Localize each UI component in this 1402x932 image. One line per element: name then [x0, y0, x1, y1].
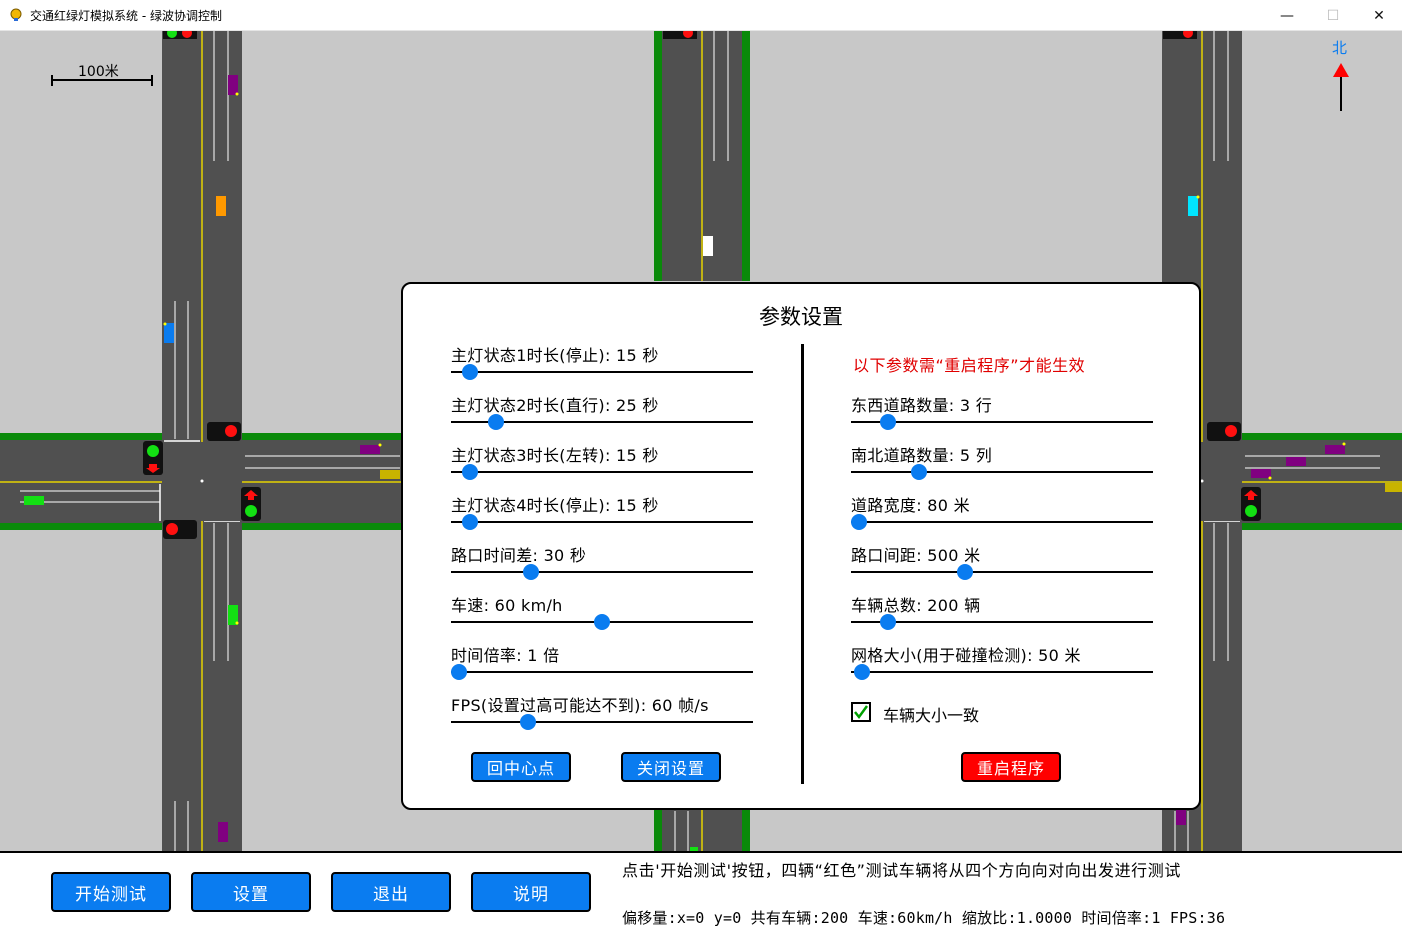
- slider-track: [851, 521, 1153, 523]
- left-param-slider[interactable]: [451, 514, 753, 530]
- slider-knob[interactable]: [520, 714, 536, 730]
- check-icon: [854, 705, 869, 720]
- north-label: 北: [1332, 39, 1348, 57]
- slider-knob[interactable]: [451, 664, 467, 680]
- left-param-label: FPS(设置过高可能达不到): 60 帧/s: [451, 696, 709, 715]
- dialog-title: 参数设置: [759, 305, 843, 329]
- slider-knob[interactable]: [851, 514, 867, 530]
- slider-track: [451, 521, 753, 523]
- left-param-label: 主灯状态2时长(直行): 25 秒: [451, 396, 659, 415]
- slider-track: [451, 471, 753, 473]
- hint-text: 点击'开始测试'按钮，四辆“红色”测试车辆将从四个方向向对向出发进行测试: [622, 861, 1181, 880]
- traffic-light-east: [241, 487, 261, 521]
- minimize-button[interactable]: —: [1264, 0, 1310, 31]
- slider-knob[interactable]: [880, 614, 896, 630]
- help-button[interactable]: 说明: [471, 872, 591, 912]
- slider-track: [851, 471, 1153, 473]
- traffic-light-right-north: [1207, 422, 1241, 441]
- settings-button[interactable]: 设置: [191, 872, 311, 912]
- bottom-panel: 开始测试 设置 退出 说明 点击'开始测试'按钮，四辆“红色”测试车辆将从四个方…: [0, 851, 1402, 932]
- same-size-checkbox[interactable]: [851, 702, 871, 722]
- traffic-light-south: [163, 520, 197, 539]
- left-param-slider[interactable]: [451, 564, 753, 580]
- same-size-label: 车辆大小一致: [883, 706, 980, 725]
- close-settings-button[interactable]: 关闭设置: [621, 752, 721, 782]
- slider-knob[interactable]: [880, 414, 896, 430]
- slider-knob[interactable]: [523, 564, 539, 580]
- left-param-label: 主灯状态4时长(停止): 15 秒: [451, 496, 659, 515]
- right-param-slider[interactable]: [851, 414, 1153, 430]
- slider-track: [451, 721, 753, 723]
- slider-track: [451, 571, 753, 573]
- traffic-light-top-right: [1163, 31, 1197, 39]
- left-param-slider[interactable]: [451, 414, 753, 430]
- scale-label: 100米: [78, 64, 119, 80]
- slider-track: [451, 371, 753, 373]
- right-param-label: 南北道路数量: 5 列: [851, 446, 993, 465]
- right-param-label: 路口间距: 500 米: [851, 546, 981, 565]
- right-param-label: 网格大小(用于碰撞检测): 50 米: [851, 646, 1081, 665]
- slider-track: [851, 621, 1153, 623]
- right-param-label: 道路宽度: 80 米: [851, 496, 970, 515]
- left-param-slider[interactable]: [451, 614, 753, 630]
- left-param-label: 时间倍率: 1 倍: [451, 646, 560, 665]
- restart-note: 以下参数需“重启程序”才能生效: [853, 356, 1086, 375]
- traffic-light-north: [207, 422, 241, 441]
- center-point-button[interactable]: 回中心点: [471, 752, 571, 782]
- app-window: 交通红绿灯模拟系统 - 绿波协调控制 — ☐ ✕ 100米 北 参数设置 主灯状…: [0, 0, 1402, 932]
- slider-track: [851, 671, 1153, 673]
- slider-track: [851, 421, 1153, 423]
- left-param-slider[interactable]: [451, 464, 753, 480]
- traffic-light-west: [143, 441, 163, 475]
- maximize-button[interactable]: ☐: [1310, 0, 1356, 31]
- slider-knob[interactable]: [462, 514, 478, 530]
- window-title: 交通红绿灯模拟系统 - 绿波协调控制: [30, 9, 222, 23]
- slider-knob[interactable]: [911, 464, 927, 480]
- slider-knob[interactable]: [488, 414, 504, 430]
- left-param-slider[interactable]: [451, 714, 753, 730]
- left-param-label: 车速: 60 km/h: [451, 596, 563, 615]
- status-text: 偏移量:x=0 y=0 共有车辆:200 车速:60km/h 缩放比:1.000…: [622, 909, 1226, 927]
- close-button[interactable]: ✕: [1356, 0, 1402, 31]
- traffic-light-top-middle: [663, 31, 697, 39]
- app-icon: [10, 8, 22, 21]
- slider-knob[interactable]: [594, 614, 610, 630]
- left-param-label: 主灯状态1时长(停止): 15 秒: [451, 346, 659, 365]
- right-param-slider[interactable]: [851, 464, 1153, 480]
- slider-knob[interactable]: [462, 464, 478, 480]
- left-param-slider[interactable]: [451, 664, 753, 680]
- exit-button[interactable]: 退出: [331, 872, 451, 912]
- right-param-label: 车辆总数: 200 辆: [851, 596, 981, 615]
- slider-knob[interactable]: [854, 664, 870, 680]
- slider-track: [451, 671, 753, 673]
- traffic-light-right-east: [1241, 487, 1261, 521]
- start-test-button[interactable]: 开始测试: [51, 872, 171, 912]
- slider-knob[interactable]: [462, 364, 478, 380]
- left-param-label: 主灯状态3时长(左转): 15 秒: [451, 446, 659, 465]
- slider-track: [851, 571, 1153, 573]
- title-bar: 交通红绿灯模拟系统 - 绿波协调控制 — ☐ ✕: [0, 0, 1402, 31]
- traffic-light-top-left: [163, 31, 197, 39]
- right-param-slider[interactable]: [851, 664, 1153, 680]
- slider-knob[interactable]: [957, 564, 973, 580]
- right-param-slider[interactable]: [851, 564, 1153, 580]
- left-param-label: 路口时间差: 30 秒: [451, 546, 587, 565]
- right-param-label: 东西道路数量: 3 行: [851, 396, 993, 415]
- dialog-divider: [801, 344, 804, 784]
- right-param-slider[interactable]: [851, 614, 1153, 630]
- left-param-slider[interactable]: [451, 364, 753, 380]
- right-param-slider[interactable]: [851, 514, 1153, 530]
- settings-dialog: 参数设置 主灯状态1时长(停止): 15 秒主灯状态2时长(直行): 25 秒主…: [401, 282, 1201, 810]
- restart-button[interactable]: 重启程序: [961, 752, 1061, 782]
